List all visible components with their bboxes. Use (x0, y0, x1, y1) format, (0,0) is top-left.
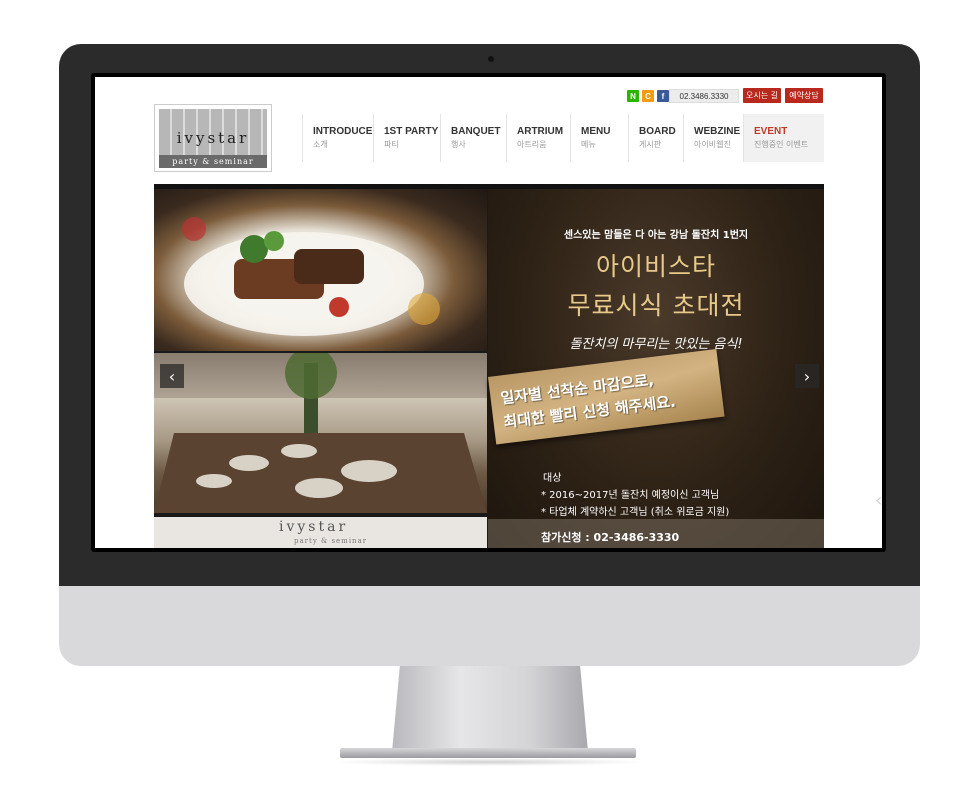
nav-webzine-label: WEBZINE (694, 126, 741, 137)
nav-board-sub: 게시판 (639, 140, 662, 149)
logo-tagline: party & seminar (159, 155, 267, 168)
naver-icon[interactable]: N (627, 90, 639, 102)
nav-event-sub: 진행중인 이벤트 (754, 140, 809, 149)
nav-event-label: EVENT (754, 126, 788, 137)
slider-next-button[interactable]: › (795, 364, 819, 388)
facebook-icon[interactable]: f (657, 90, 669, 102)
nav-1st-party-label: 1ST PARTY (384, 126, 439, 137)
cafe-label: C (645, 91, 651, 101)
strip-wordmark: ivystar (279, 519, 349, 535)
nav-artrium-sub: 아트리움 (517, 140, 547, 149)
nav-artrium[interactable]: ARTRIUM 아트리움 (506, 114, 570, 162)
poster-tagline: 센스있는 맘들은 다 아는 강남 돌잔치 1번지 (563, 230, 749, 241)
nav-menu[interactable]: MENU 메뉴 (570, 114, 628, 162)
target-item-2: * 타업체 계약하신 고객님 (취소 위로금 지원) (541, 507, 730, 518)
stand-shadow (330, 758, 646, 766)
event-poster: 센스있는 맘들은 다 아는 강남 돌잔치 1번지 아이비스타 무료시식 초대전 … (488, 189, 824, 548)
poster-title-line1: 아이비스타 (595, 252, 716, 281)
website: N C f 02.3486.3330 오시는 길 예약상담 ivystar pa… (95, 77, 882, 548)
main-banner-slider: ivystar party & seminar 센스있는 맘들은 다 아는 강남… (154, 184, 824, 548)
nav-board-label: BOARD (639, 126, 676, 137)
monitor-stand-neck (392, 666, 588, 752)
strip-tagline: party & seminar (294, 537, 368, 545)
apply-text: 참가신청 : 02-3486-3330 (541, 531, 680, 544)
nav-banquet[interactable]: BANQUET 행사 (440, 114, 506, 162)
webcam-dot (488, 56, 494, 62)
nav-1st-party-sub: 파티 (384, 140, 399, 149)
nav-menu-label: MENU (581, 126, 611, 137)
logo-wordmark: ivystar (176, 129, 250, 147)
nav-introduce-sub: 소개 (313, 140, 328, 149)
reservation-button[interactable]: 예약상담 (785, 88, 823, 103)
nav-introduce-label: INTRODUCE (313, 126, 373, 137)
social-links: N C f (627, 89, 669, 103)
facebook-label: f (661, 91, 665, 101)
target-label: 대상 (543, 473, 562, 484)
monitor-chin (59, 586, 920, 666)
chevron-left-icon: ‹ (875, 490, 883, 511)
nav-artrium-label: ARTRIUM (517, 126, 564, 137)
banner-logo-strip: ivystar party & seminar (154, 517, 487, 548)
nav-introduce[interactable]: INTRODUCE 소개 (302, 114, 373, 162)
cafe-icon[interactable]: C (642, 90, 654, 102)
nav-1st-party[interactable]: 1ST PARTY 파티 (373, 114, 440, 162)
directions-button[interactable]: 오시는 길 (743, 88, 781, 103)
site-logo[interactable]: ivystar party & seminar (154, 104, 272, 172)
nav-banquet-sub: 행사 (451, 140, 466, 149)
poster-title-line2: 무료시식 초대전 (567, 291, 745, 320)
buffet-room-photo (154, 347, 487, 513)
deadline-ribbon: 일자별 선착순 마감으로, 최대한 빨리 신청 해주세요. (488, 348, 725, 445)
monitor-stand-base (340, 748, 636, 758)
food-photo (154, 189, 487, 351)
nav-menu-sub: 메뉴 (581, 140, 596, 149)
nav-webzine[interactable]: WEBZINE 아이비웹진 (683, 114, 743, 162)
food-photo-art (182, 217, 440, 336)
target-item-1: * 2016~2017년 돌잔치 예정이신 고객님 (541, 490, 720, 501)
phone-number: 02.3486.3330 (669, 89, 739, 103)
poster-subtitle: 돌잔치의 마무리는 맛있는 음식! (569, 337, 743, 352)
buffet-room-art (154, 347, 487, 513)
naver-label: N (630, 91, 636, 101)
nav-banquet-label: BANQUET (451, 126, 501, 137)
slider-prev-button[interactable]: ‹ (160, 364, 184, 388)
nav-webzine-sub: 아이비웹진 (694, 140, 731, 149)
nav-board[interactable]: BOARD 게시판 (628, 114, 683, 162)
nav-event[interactable]: EVENT 진행중인 이벤트 (743, 114, 824, 162)
